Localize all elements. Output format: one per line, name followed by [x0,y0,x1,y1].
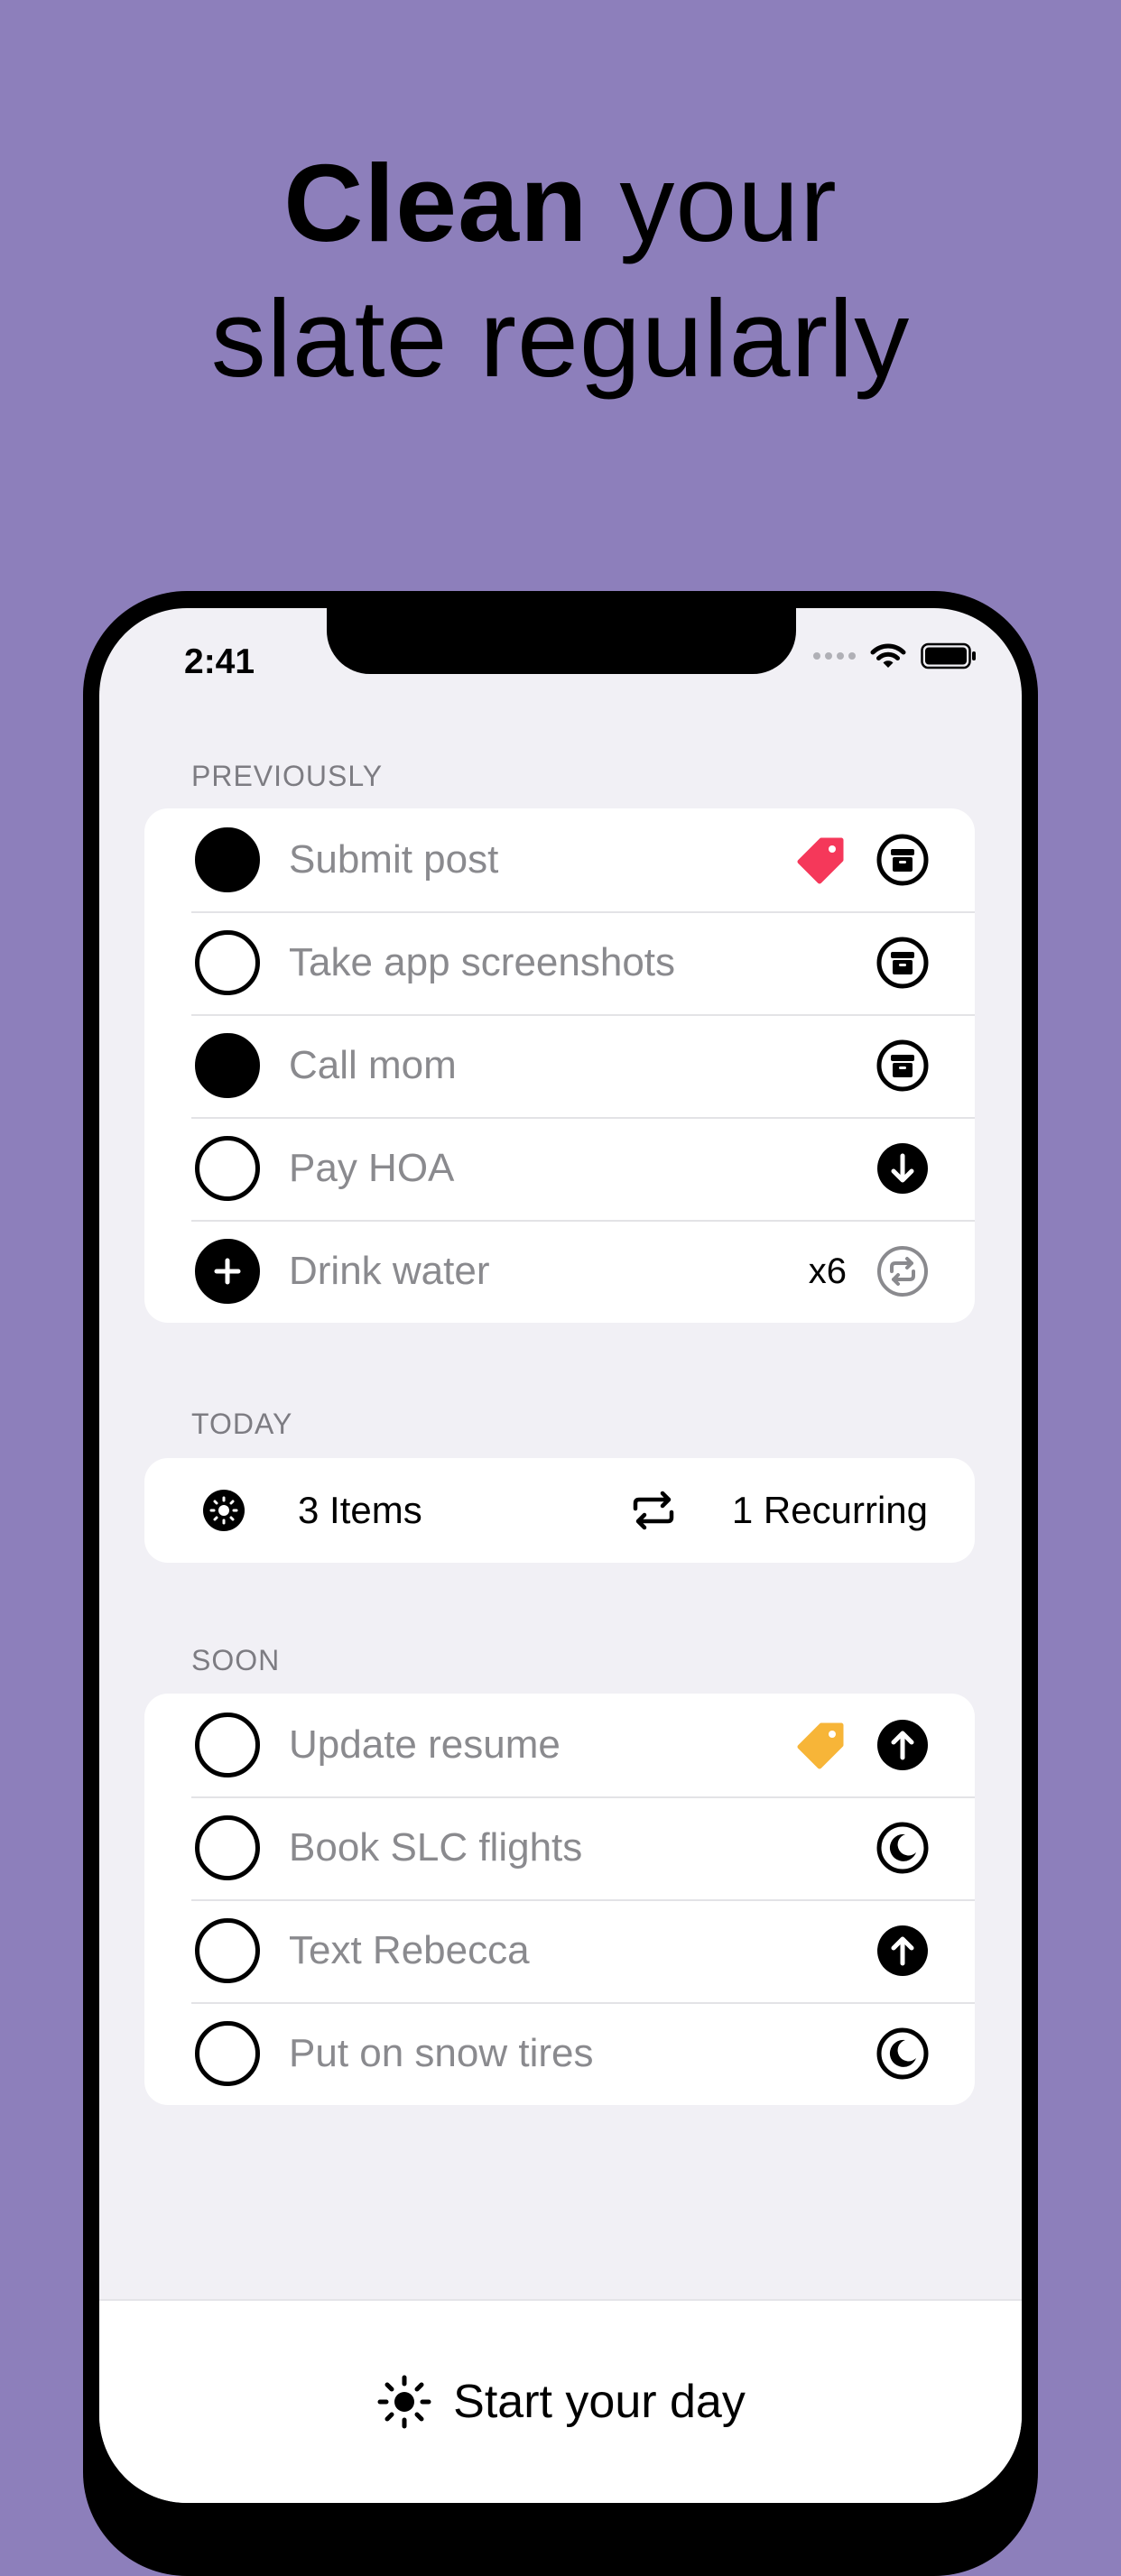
wifi-icon [870,643,906,668]
moon-icon[interactable] [875,2027,930,2081]
arrow-up-icon[interactable] [875,1718,930,1772]
task-row[interactable]: Book SLC flights [144,1796,975,1899]
signal-dots-icon [813,652,856,660]
task-title: Call mom [289,1043,457,1087]
red-tag-icon[interactable] [794,833,848,887]
section-label-today: TODAY [191,1408,293,1440]
start-day-button[interactable]: Start your day [375,2373,746,2431]
task-checkbox[interactable] [195,1815,260,1880]
today-card[interactable]: 3 Items 1 Recurring [144,1458,975,1563]
headline-line2: slate regularly [210,277,911,400]
task-checkbox[interactable] [195,2021,260,2086]
headline-bold: Clean [283,142,588,264]
today-recurring-count: 1 Recurring [731,1489,928,1531]
sun-icon [377,2375,431,2429]
task-title: Take app screenshots [289,940,676,984]
archive-icon[interactable] [875,936,930,990]
repeat-icon[interactable] [875,1244,930,1298]
task-title: Put on snow tires [289,2031,594,2075]
status-icons [813,642,977,669]
task-row[interactable]: Submit post [144,808,975,911]
arrow-down-icon[interactable] [875,1141,930,1196]
task-row[interactable]: Pay HOA [144,1117,975,1220]
task-title: Drink water [289,1249,490,1293]
task-row[interactable]: Update resume [144,1694,975,1796]
yellow-tag-icon[interactable] [794,1718,848,1772]
sun-badge-icon [203,1490,245,1531]
today-items-count: 3 Items [298,1489,422,1531]
section-label-soon: SOON [191,1644,281,1676]
phone-screen: 2:41 PREVIOUSLY Submit post Take app scr… [99,608,1022,2503]
task-title: Update resume [289,1722,560,1767]
task-row[interactable]: Text Rebecca [144,1899,975,2002]
soon-card: Update resume Book SLC flights Text Rebe… [144,1694,975,2105]
repeat-count: x6 [808,1251,847,1291]
archive-icon[interactable] [875,1039,930,1093]
headline-rest: your [588,142,838,264]
start-day-label: Start your day [453,2376,746,2428]
task-checkbox[interactable] [195,1713,260,1777]
task-title: Pay HOA [289,1146,455,1190]
plus-icon [214,1258,241,1285]
archive-icon[interactable] [875,833,930,887]
headline: Clean your slate regularly [0,135,1121,406]
task-title: Text Rebecca [289,1928,530,1972]
moon-icon[interactable] [875,1821,930,1875]
add-count-button[interactable] [195,1239,260,1304]
status-time: 2:41 [184,642,255,681]
repeat-icon [633,1491,674,1530]
task-row[interactable]: Call mom [144,1014,975,1117]
notch [327,608,796,674]
task-row[interactable]: Drink water x6 [144,1220,975,1323]
task-title: Submit post [289,837,499,882]
bottom-bar: Start your day [99,2299,1022,2503]
task-checkbox[interactable] [195,827,260,892]
task-checkbox[interactable] [195,1136,260,1201]
task-title: Book SLC flights [289,1825,583,1870]
task-row[interactable]: Put on snow tires [144,2002,975,2105]
arrow-up-icon[interactable] [875,1924,930,1978]
task-checkbox[interactable] [195,1033,260,1098]
task-checkbox[interactable] [195,930,260,995]
battery-icon [921,642,976,669]
previously-card: Submit post Take app screenshots Call mo… [144,808,975,1323]
section-label-previously: PREVIOUSLY [191,760,384,792]
task-checkbox[interactable] [195,1918,260,1983]
task-row[interactable]: Take app screenshots [144,911,975,1014]
